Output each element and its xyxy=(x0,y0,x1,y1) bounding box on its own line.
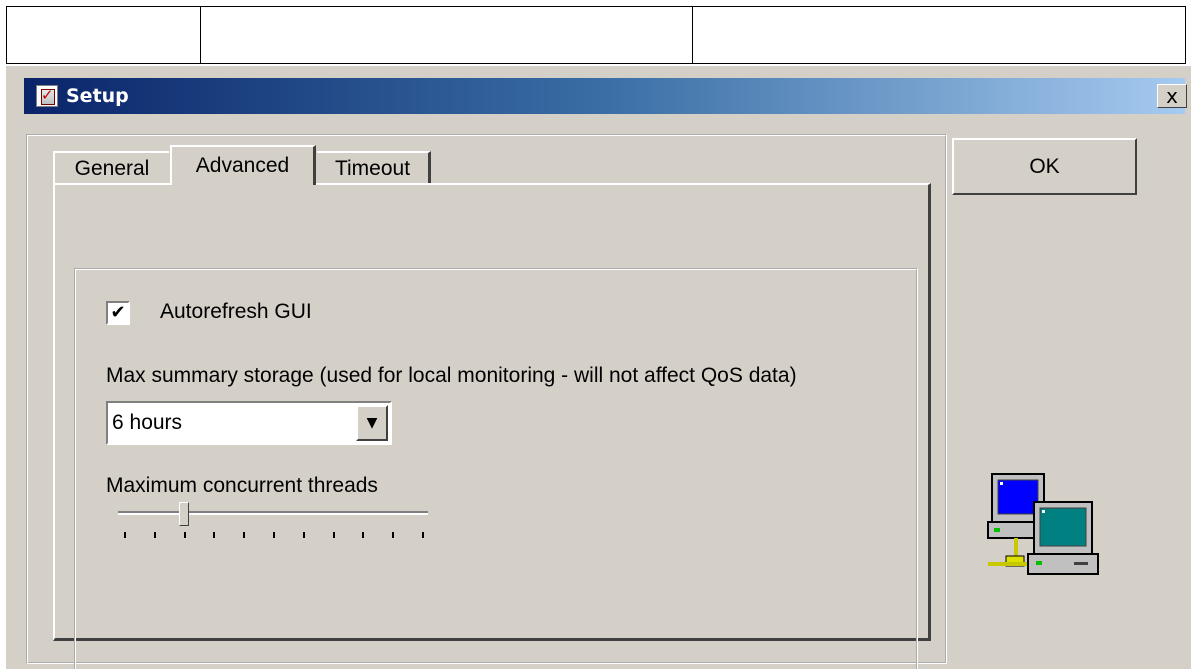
ok-button[interactable]: OK xyxy=(952,138,1137,195)
top-table xyxy=(6,6,1186,64)
slider-tick xyxy=(153,532,156,538)
setup-window: Setup x General Advanced Timeout ✔ Autor… xyxy=(6,66,1191,669)
slider-tick xyxy=(273,532,275,538)
tab-general[interactable]: General xyxy=(53,151,169,185)
slider-tick xyxy=(213,532,216,538)
window-title: Setup xyxy=(66,85,129,107)
setup-app-icon xyxy=(36,85,58,107)
threads-slider-ticks xyxy=(118,532,428,538)
dropdown-arrow-button[interactable]: ▼ xyxy=(356,405,388,441)
threads-slider-track[interactable] xyxy=(118,511,428,515)
slider-tick xyxy=(362,532,365,538)
tab-label: Timeout xyxy=(334,157,411,180)
slider-tick xyxy=(332,532,335,538)
slider-tick xyxy=(183,532,186,538)
checkmark-icon: ✔ xyxy=(110,302,126,323)
autorefresh-label: Autorefresh GUI xyxy=(160,300,312,323)
select-value: 6 hours xyxy=(112,411,183,434)
close-button[interactable]: x xyxy=(1157,84,1187,108)
max-summary-storage-select[interactable]: 6 hours ▼ xyxy=(106,401,392,445)
title-bar[interactable]: Setup xyxy=(24,78,1185,114)
advanced-settings-group xyxy=(74,268,918,669)
tab-label: General xyxy=(74,157,150,180)
network-computers-icon xyxy=(987,473,1099,575)
max-summary-storage-label: Max summary storage (used for local moni… xyxy=(106,364,797,387)
chevron-down-icon: ▼ xyxy=(366,415,378,431)
tab-advanced[interactable]: Advanced xyxy=(170,145,316,185)
slider-tick xyxy=(124,532,126,538)
close-icon: x xyxy=(1166,84,1178,108)
threads-slider-thumb[interactable] xyxy=(178,502,189,526)
slider-tick xyxy=(392,532,395,538)
slider-tick xyxy=(302,532,305,538)
top-table-cell xyxy=(7,7,201,63)
max-threads-label: Maximum concurrent threads xyxy=(106,474,378,497)
slider-tick xyxy=(243,532,246,538)
tab-timeout[interactable]: Timeout xyxy=(317,151,431,185)
autorefresh-checkbox[interactable]: ✔ xyxy=(106,301,130,325)
slider-tick xyxy=(422,532,424,538)
tab-label: Advanced xyxy=(195,154,290,177)
top-table-cell xyxy=(693,7,1185,63)
top-table-cell xyxy=(201,7,693,63)
ok-label: OK xyxy=(1029,154,1060,178)
